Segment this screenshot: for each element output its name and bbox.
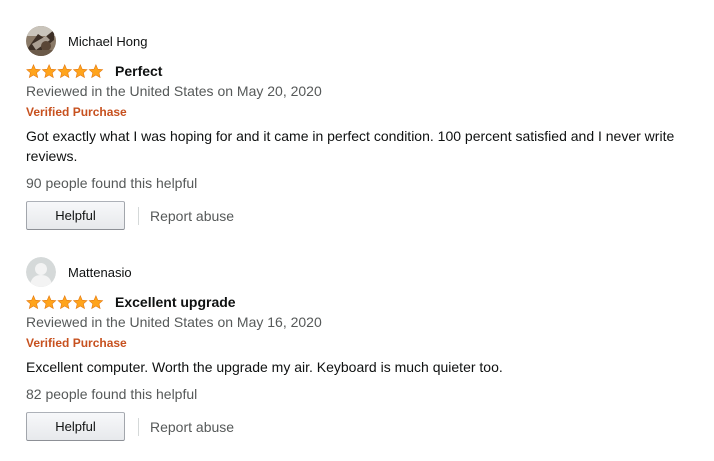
five-stars-icon — [26, 294, 104, 309]
review-actions: Helpful Report abuse — [26, 412, 234, 441]
star-rating[interactable] — [26, 294, 104, 310]
review-date: Reviewed in the United States on May 20,… — [26, 83, 322, 99]
helpful-button[interactable]: Helpful — [26, 201, 125, 230]
avatar[interactable] — [26, 257, 56, 287]
review-title[interactable]: Perfect — [115, 63, 162, 79]
verified-purchase-badge: Verified Purchase — [26, 105, 127, 119]
verified-purchase-badge: Verified Purchase — [26, 336, 127, 350]
divider — [138, 417, 139, 436]
avatar[interactable] — [26, 26, 56, 56]
helpful-count: 90 people found this helpful — [26, 175, 198, 191]
review-date: Reviewed in the United States on May 16,… — [26, 314, 322, 330]
helpful-button[interactable]: Helpful — [26, 412, 125, 441]
review-actions: Helpful Report abuse — [26, 201, 234, 230]
review-heading: Excellent upgrade — [26, 293, 236, 311]
report-abuse-link[interactable]: Report abuse — [150, 208, 234, 224]
report-abuse-link[interactable]: Report abuse — [150, 419, 234, 435]
review-card: Mattenasio Excellent upgrade Reviewed in… — [0, 231, 714, 461]
review-body: Got exactly what I was hoping for and it… — [26, 128, 675, 164]
review-title[interactable]: Excellent upgrade — [115, 294, 236, 310]
review-card: Michael Hong Perfect Reviewed in the Uni… — [0, 0, 714, 230]
reviewer-profile[interactable]: Mattenasio — [26, 257, 132, 287]
reviewer-name[interactable]: Michael Hong — [68, 34, 148, 49]
default-user-icon — [26, 257, 56, 287]
reviewer-profile[interactable]: Michael Hong — [26, 26, 148, 56]
star-rating[interactable] — [26, 63, 104, 79]
avatar-photo-icon — [26, 26, 56, 56]
divider — [138, 206, 139, 225]
five-stars-icon — [26, 63, 104, 78]
reviewer-name[interactable]: Mattenasio — [68, 265, 132, 280]
review-body: Excellent computer. Worth the upgrade my… — [26, 359, 503, 375]
helpful-count: 82 people found this helpful — [26, 386, 198, 402]
review-heading: Perfect — [26, 62, 162, 80]
